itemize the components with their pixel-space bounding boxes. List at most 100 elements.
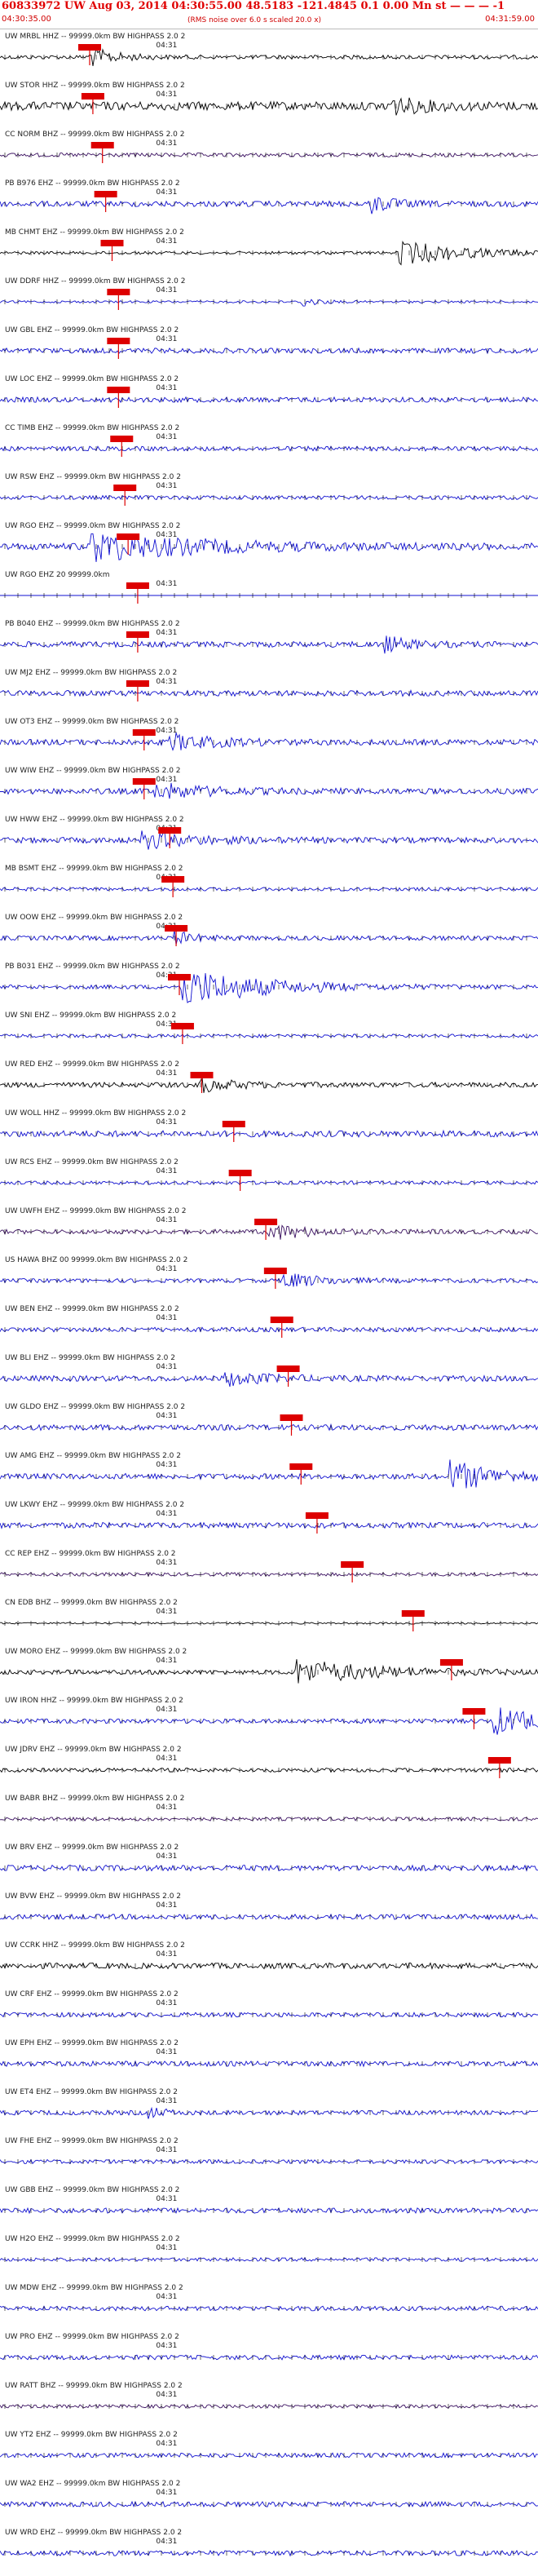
phase-pick-marker (126, 631, 149, 638)
waveform (0, 2158, 538, 2165)
waveform (0, 2257, 538, 2262)
phase-pick-marker (94, 191, 117, 197)
trace-label: UW STOR HHZ -- 99999.0km BW HIGHPASS 2.0… (5, 82, 185, 90)
phase-pick-marker (117, 533, 140, 540)
waveform (0, 2060, 538, 2068)
waveform (0, 1521, 538, 1529)
baseline-ticks (4, 2551, 527, 2556)
trace-label: UW MORO EHZ -- 99999.0km BW HIGHPASS 2.0… (5, 1648, 187, 1656)
seismogram-chart: UW MRBL HHZ -- 99999.0km BW HIGHPASS 2.0… (0, 33, 538, 2557)
trace-label: UW HWW EHZ -- 99999.0km BW HIGHPASS 2.0 … (5, 816, 184, 824)
waveform (0, 1129, 538, 1138)
phase-pick-marker (341, 1561, 364, 1568)
waveform (0, 2500, 538, 2508)
phase-pick-marker (222, 1121, 245, 1127)
phase-pick-marker (280, 1414, 303, 1421)
time-tick-label: 04:31 (156, 2440, 177, 2448)
trace-label: UW RGO EHZ -- 99999.0km BW HIGHPASS 2.0 … (5, 522, 180, 530)
waveform (0, 2012, 538, 2019)
time-tick-label: 04:31 (156, 433, 177, 441)
time-tick-label: 04:31 (156, 2048, 177, 2056)
baseline-ticks (4, 2257, 527, 2262)
end-time-label: 04:31:59.00 (485, 15, 535, 24)
baseline-ticks (4, 1523, 527, 1528)
baseline-ticks (4, 2208, 527, 2213)
baseline-ticks (4, 1327, 527, 1332)
time-tick-label: 04:31 (156, 531, 177, 539)
time-tick-label: 04:31 (156, 335, 177, 343)
trace-label: UW GBB EHZ -- 99999.0km BW HIGHPASS 2.0 … (5, 2186, 179, 2194)
baseline-ticks (4, 1866, 527, 1870)
time-tick-label: 04:31 (156, 1706, 177, 1714)
time-tick-label: 04:31 (156, 678, 177, 686)
trace-label: UW RATT BHZ -- 99999.0km BW HIGHPASS 2.0… (5, 2382, 183, 2390)
waveform (0, 46, 538, 66)
time-tick-label: 04:31 (156, 1608, 177, 1616)
baseline-ticks (4, 2502, 527, 2507)
baseline-ticks (4, 1719, 527, 1724)
time-tick-label: 04:31 (156, 580, 177, 588)
waveform (0, 2305, 538, 2312)
trace-label: UW EPH EHZ -- 99999.0km BW HIGHPASS 2.0 … (5, 2039, 179, 2047)
trace-label: UW LOC EHZ -- 99999.0km BW HIGHPASS 2.0 … (5, 375, 179, 383)
trace-label: UW WOLL HHZ -- 99999.0km BW HIGHPASS 2.0… (5, 1109, 186, 1118)
waveform (0, 197, 538, 215)
baseline-ticks (4, 838, 527, 843)
phase-pick-marker (228, 1170, 252, 1176)
phase-pick-marker (107, 338, 130, 344)
trace-label: MB CHMT EHZ -- 99999.0km BW HIGHPASS 2.0… (5, 228, 184, 237)
trace-label: UW DDRF HHZ -- 99999.0km BW HIGHPASS 2.0… (5, 277, 185, 285)
phase-pick-marker (107, 387, 130, 393)
waveform (0, 2206, 538, 2215)
waveform (0, 930, 538, 945)
waveform (0, 241, 538, 266)
baseline-ticks (4, 1180, 527, 1185)
waveform (0, 1816, 538, 1822)
waveform (0, 152, 538, 158)
trace-label: UW PRO EHZ -- 99999.0km BW HIGHPASS 2.0 … (5, 2333, 179, 2341)
trace-label: UW BEN EHZ -- 99999.0km BW HIGHPASS 2.0 … (5, 1305, 179, 1313)
time-tick-label: 04:31 (156, 776, 177, 784)
waveform (0, 2549, 538, 2557)
waveform (0, 1180, 538, 1185)
phase-pick-marker (170, 1023, 194, 1029)
baseline-ticks (4, 936, 527, 941)
time-tick-label: 04:31 (156, 2097, 177, 2105)
time-tick-label: 04:31 (156, 139, 177, 148)
trace-label: UW AMG EHZ -- 99999.0km BW HIGHPASS 2.0 … (5, 1452, 181, 1460)
waveform (0, 1962, 538, 1970)
baseline-ticks (4, 1474, 527, 1479)
time-tick-label: 04:31 (156, 1950, 177, 1959)
phase-pick-marker (190, 1072, 214, 1078)
baseline-ticks (4, 2110, 527, 2115)
time-tick-label: 04:31 (156, 1412, 177, 1420)
phase-pick-marker (165, 925, 188, 932)
baseline-ticks (4, 104, 527, 108)
trace-label: UW BLI EHZ -- 99999.0km BW HIGHPASS 2.0 … (5, 1354, 175, 1362)
baseline-ticks (4, 1376, 527, 1381)
phase-pick-marker (132, 778, 156, 785)
start-time-label: 04:30:35.00 (2, 15, 51, 24)
time-tick-label: 04:31 (156, 727, 177, 735)
trace-label: UW GLDO EHZ -- 99999.0km BW HIGHPASS 2.0… (5, 1403, 185, 1411)
trace-label: UW BVW EHZ -- 99999.0km BW HIGHPASS 2.0 … (5, 1892, 181, 1901)
time-tick-label: 04:31 (156, 2195, 177, 2203)
phase-pick-marker (78, 44, 101, 51)
baseline-ticks (4, 201, 527, 206)
time-tick-label: 04:31 (156, 629, 177, 637)
baseline-ticks (4, 1817, 527, 1821)
baseline-ticks (4, 2159, 527, 2164)
baseline-ticks (4, 593, 527, 598)
trace-label: CC NORM BHZ -- 99999.0km BW HIGHPASS 2.0… (5, 131, 184, 139)
baseline-ticks (4, 250, 527, 255)
trace-label: PB B976 EHZ -- 99999.0km BW HIGHPASS 2.0… (5, 179, 180, 188)
phase-pick-marker (168, 974, 191, 980)
time-tick-label: 04:31 (156, 482, 177, 490)
trace-label: UW H2O EHZ -- 99999.0km BW HIGHPASS 2.0 … (5, 2235, 180, 2243)
baseline-ticks (4, 446, 527, 451)
time-tick-label: 04:31 (156, 188, 177, 197)
baseline-ticks (4, 299, 527, 304)
baseline-ticks (4, 887, 527, 892)
time-tick-label: 04:31 (156, 384, 177, 392)
baseline-ticks (4, 2355, 527, 2360)
